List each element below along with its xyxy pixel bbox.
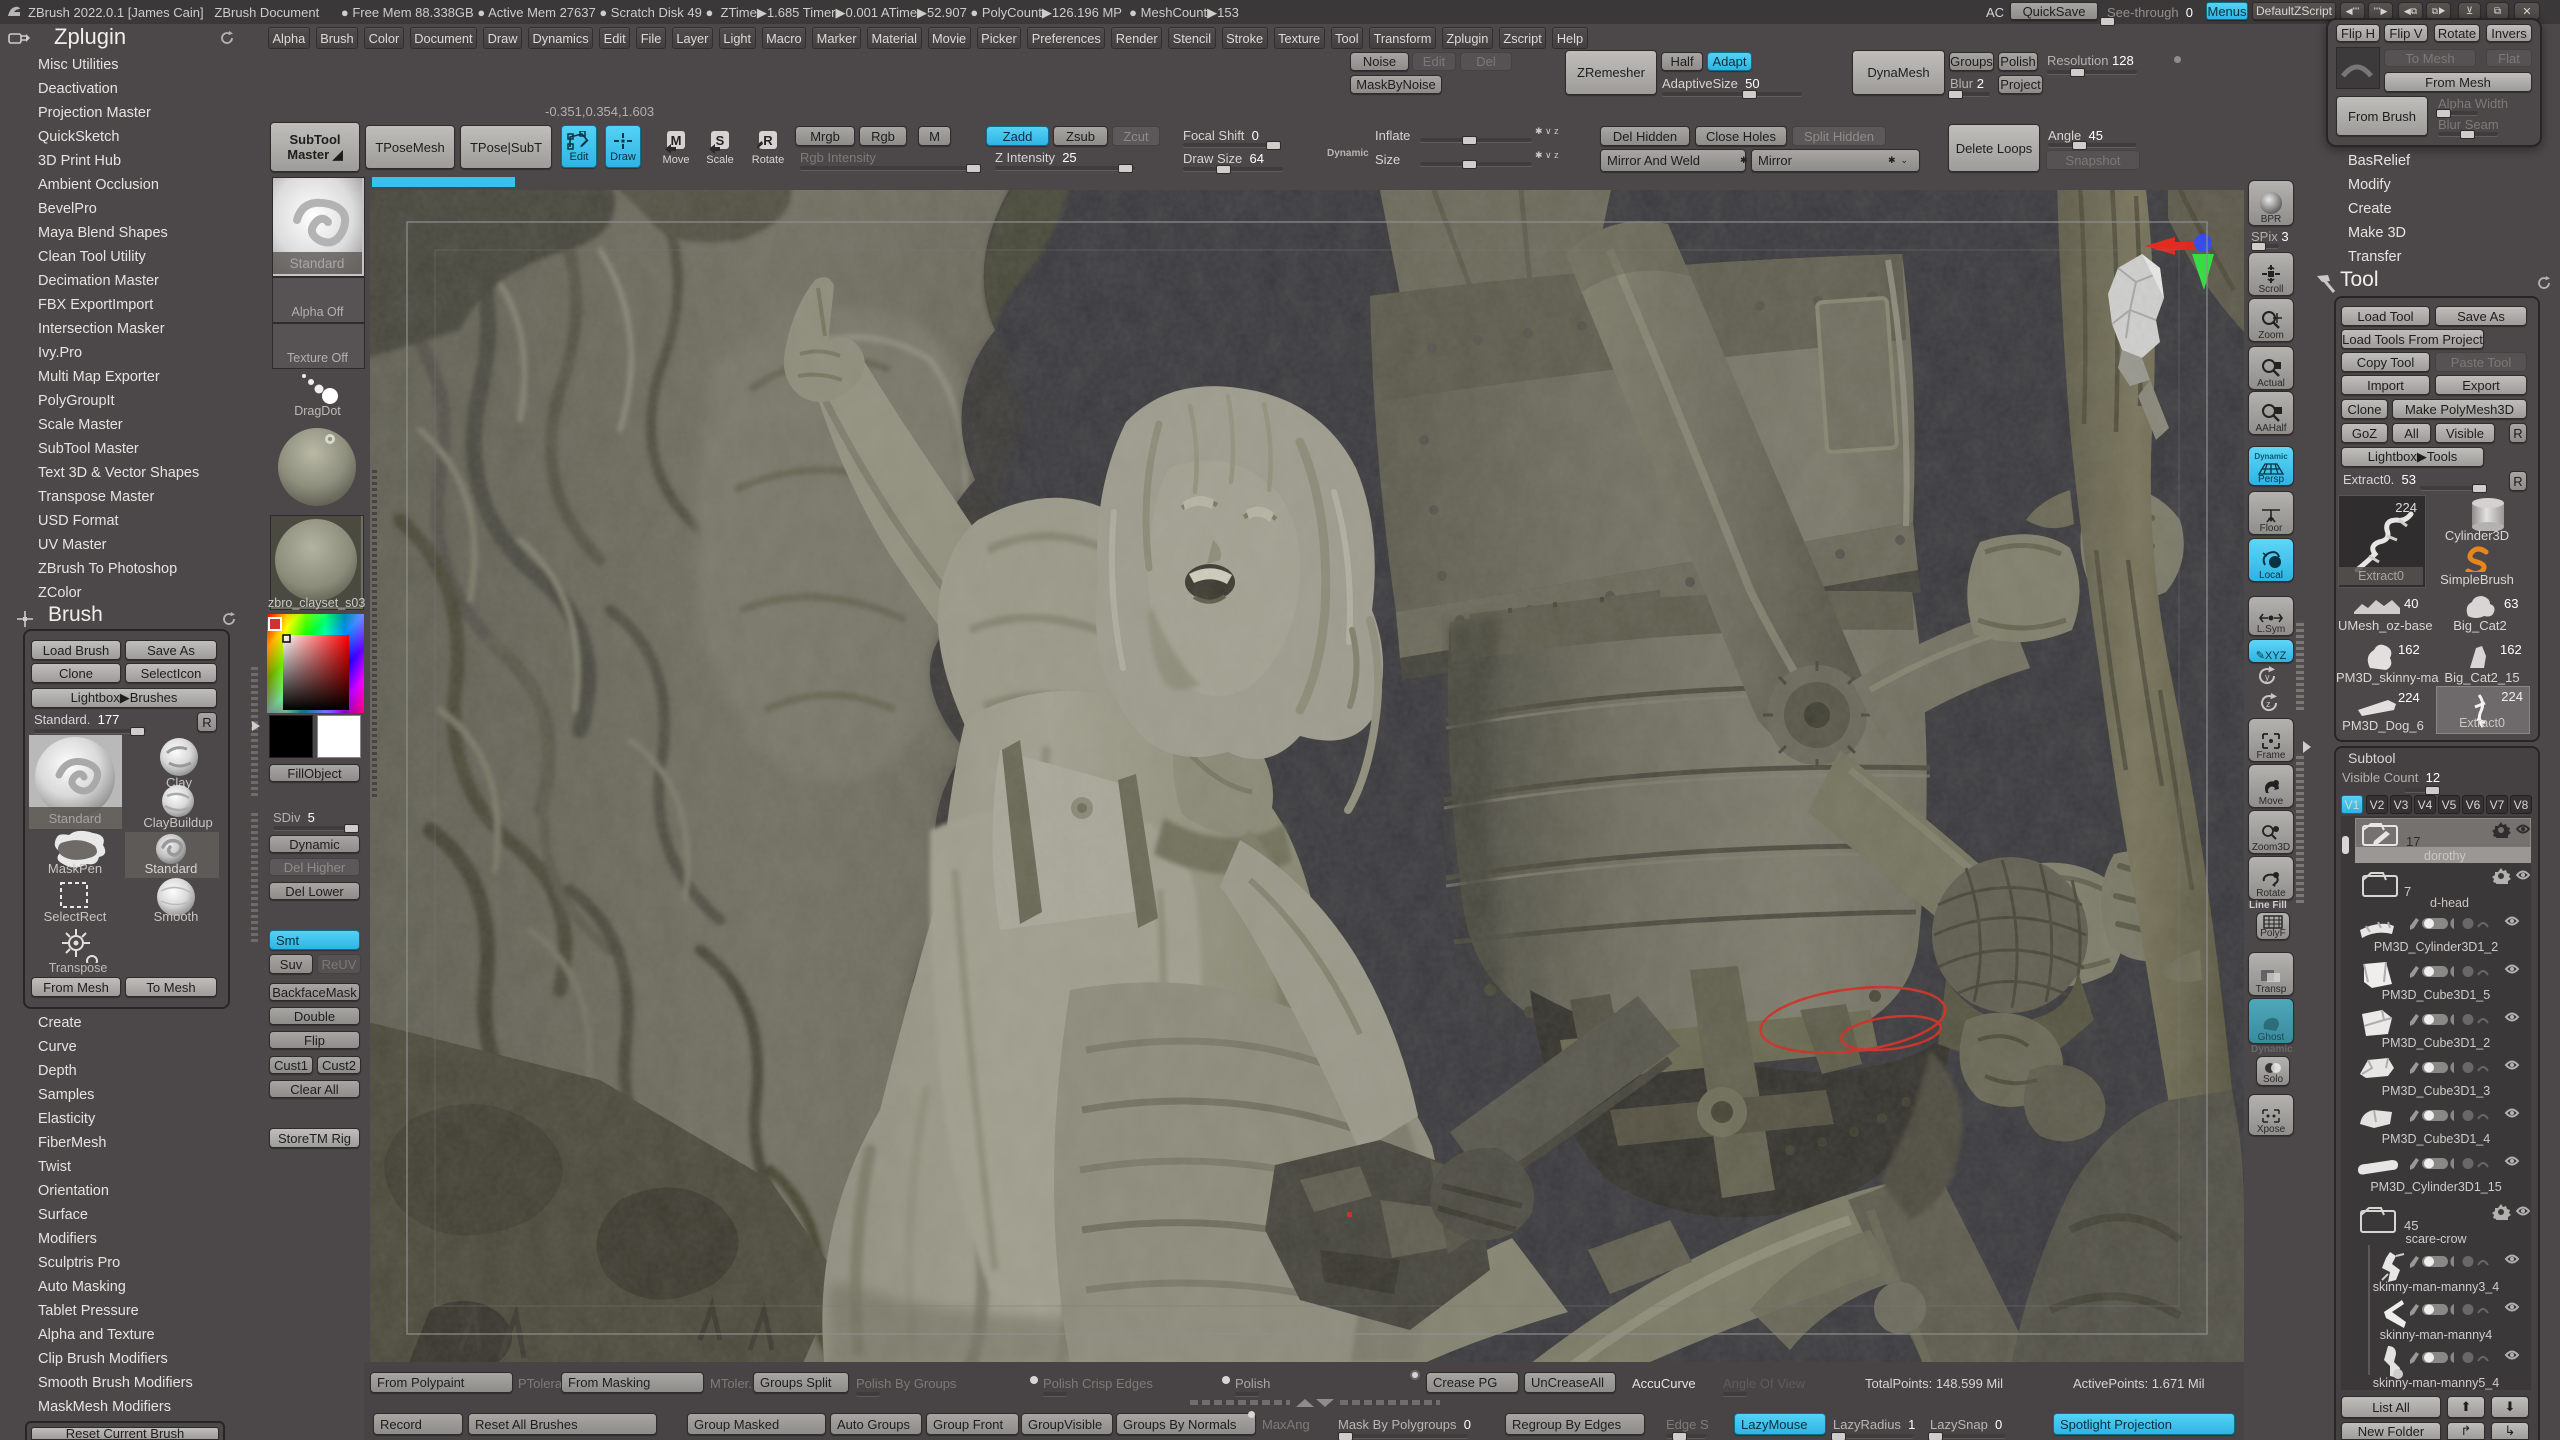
svg-text:M: M xyxy=(671,133,682,148)
svg-text:ClayBuildup: ClayBuildup xyxy=(143,815,212,830)
svg-text:S: S xyxy=(716,133,725,148)
svg-text:Standard: Standard xyxy=(290,256,345,271)
svg-text:MaskPen: MaskPen xyxy=(48,861,102,876)
svg-text:Smooth: Smooth xyxy=(154,909,199,924)
svg-text:224: 224 xyxy=(2395,500,2417,515)
svg-text:Standard: Standard xyxy=(145,861,198,876)
svg-text:R: R xyxy=(763,133,773,148)
svg-text:z: z xyxy=(2266,699,2271,709)
svg-text:224: 224 xyxy=(2501,689,2523,704)
svg-text:y: y xyxy=(2265,672,2270,682)
svg-text:SelectRect: SelectRect xyxy=(44,909,107,924)
svg-text:Standard: Standard xyxy=(49,811,102,826)
svg-text:Extract0: Extract0 xyxy=(2459,716,2505,730)
svg-text:Extract0: Extract0 xyxy=(2358,569,2404,583)
